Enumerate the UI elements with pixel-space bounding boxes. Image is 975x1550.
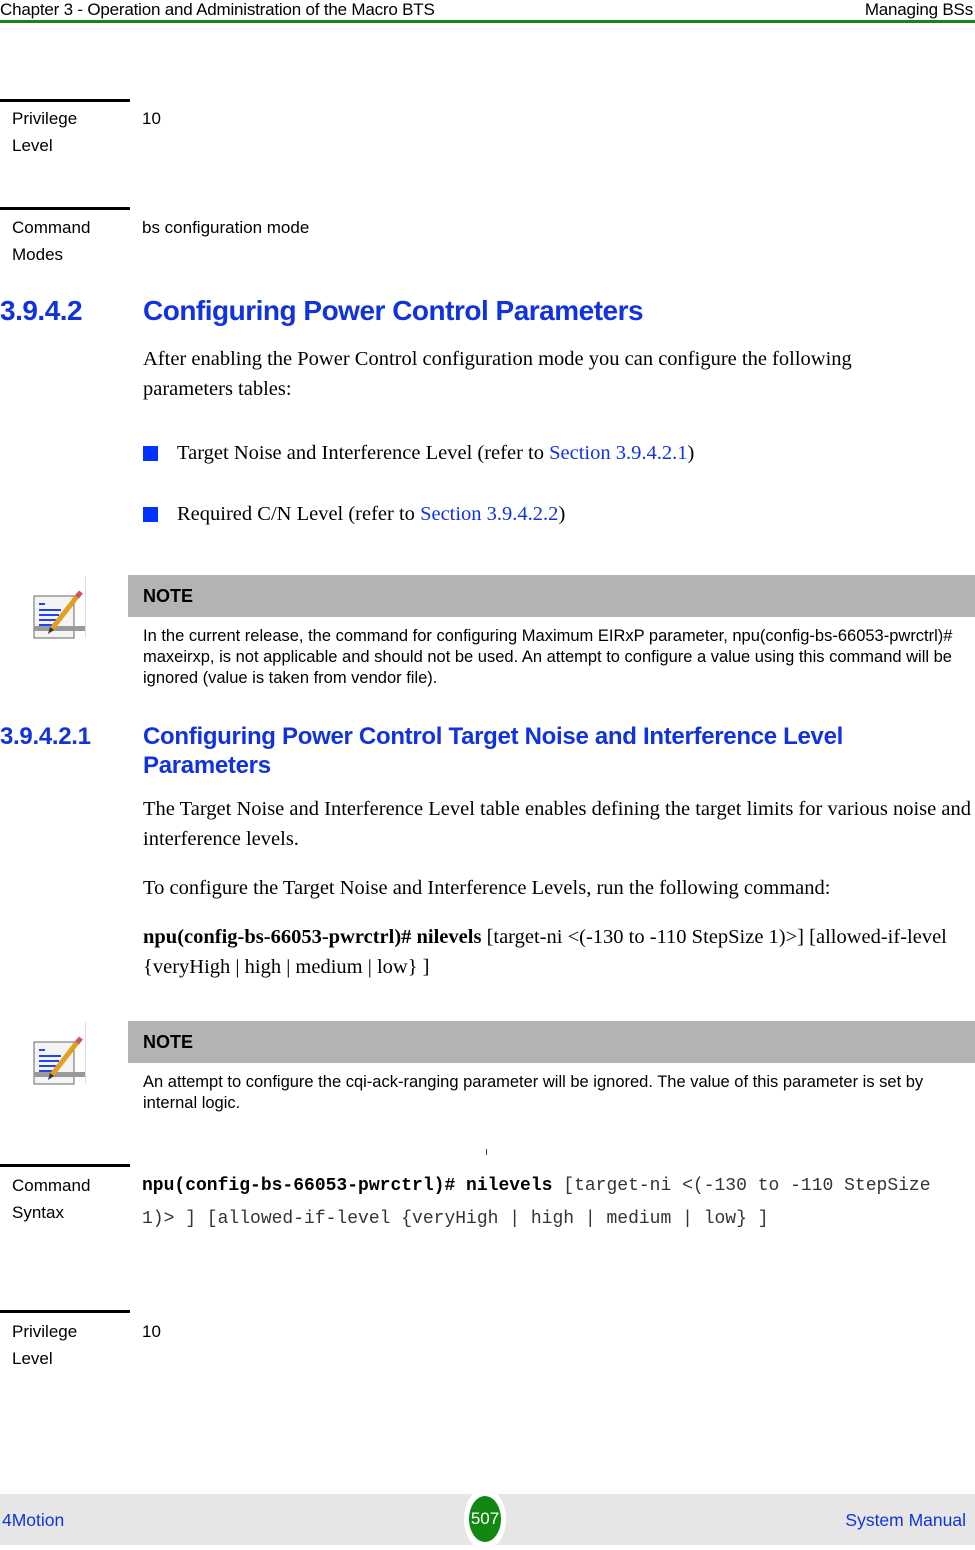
bullet-text: Required C/N Level (refer to: [177, 503, 421, 525]
subsection-number: 3.9.4.2.1: [0, 723, 91, 750]
command-syntax-value: npu(config-bs-66053-pwrctrl)# nilevels […: [142, 1170, 962, 1236]
command-syntax-bold: npu(config-bs-66053-pwrctrl)# nilevels: [142, 1176, 553, 1196]
block-divider: [0, 1164, 130, 1167]
bullet-text: Target Noise and Interference Level (ref…: [177, 442, 550, 464]
label-line: Privilege: [12, 109, 78, 128]
note-text: An attempt to configure the cqi-ack-rang…: [143, 1073, 924, 1112]
privilege-level-value: 10: [142, 109, 161, 128]
section-link[interactable]: Section 3.9.4.2.2: [420, 503, 558, 525]
bullet-item: Required C/N Level (refer to Section 3.9…: [177, 501, 565, 527]
header-chapter-title: Chapter 3 - Operation and Administration…: [0, 0, 435, 19]
label-line: Level: [12, 136, 53, 155]
privilege-level-label: Privilege Level: [12, 1318, 132, 1372]
subsection-title: Configuring Power Control Target Noise a…: [143, 723, 844, 779]
label-line: Command: [12, 1176, 91, 1195]
note-header-bar: [128, 575, 975, 617]
privilege-level-value: 10: [142, 1322, 161, 1341]
label-line: Modes: [12, 245, 64, 264]
note-title: NOTE: [143, 1032, 194, 1052]
section-link[interactable]: Section 3.9.4.2.1: [549, 442, 687, 464]
note-pencil-icon: [33, 588, 85, 640]
bullet-suffix: ): [558, 503, 566, 525]
privilege-level-label: Privilege Level: [12, 105, 132, 159]
bullet-icon: [143, 446, 158, 461]
block-divider: [0, 99, 130, 102]
note-icon-divider: [85, 1022, 86, 1084]
section-intro: After enabling the Power Control configu…: [143, 348, 852, 400]
command-example: npu(config-bs-66053-pwrctrl)# nilevels […: [143, 922, 975, 982]
header-section-title: Managing BSs: [864, 0, 973, 19]
note-pencil-icon: [33, 1034, 85, 1086]
subsection-para1: The Target Noise and Interference Level …: [143, 798, 971, 850]
block-divider: [0, 207, 130, 210]
command-modes-label: Command Modes: [12, 214, 132, 268]
note-icon-divider: [85, 576, 86, 638]
bullet-item: Target Noise and Interference Level (ref…: [177, 440, 694, 466]
command-syntax-label: Command Syntax: [12, 1172, 132, 1226]
command-bold: npu(config-bs-66053-pwrctrl)# nilevels: [143, 926, 482, 948]
header-divider: [0, 20, 975, 23]
label-line: Level: [12, 1349, 53, 1368]
footer-manual-title: System Manual: [845, 1510, 966, 1530]
label-line: Command: [12, 218, 91, 237]
section-title: Configuring Power Control Parameters: [143, 295, 644, 326]
label-line: Syntax: [12, 1203, 64, 1222]
footer-product: 4Motion: [2, 1510, 65, 1530]
block-divider: [0, 1310, 130, 1313]
note-text: In the current release, the command for …: [143, 627, 953, 687]
section-number: 3.9.4.2: [0, 295, 83, 326]
label-line: Privilege: [12, 1322, 78, 1341]
note-title: NOTE: [143, 586, 194, 606]
stray-mark: [486, 1149, 487, 1155]
subsection-para2: To configure the Target Noise and Interf…: [143, 877, 831, 899]
note-header-bar: [128, 1021, 975, 1063]
bullet-icon: [143, 507, 158, 522]
page-number-badge: 507: [469, 1496, 501, 1542]
command-modes-value: bs configuration mode: [142, 218, 310, 237]
bullet-suffix: ): [687, 442, 695, 464]
